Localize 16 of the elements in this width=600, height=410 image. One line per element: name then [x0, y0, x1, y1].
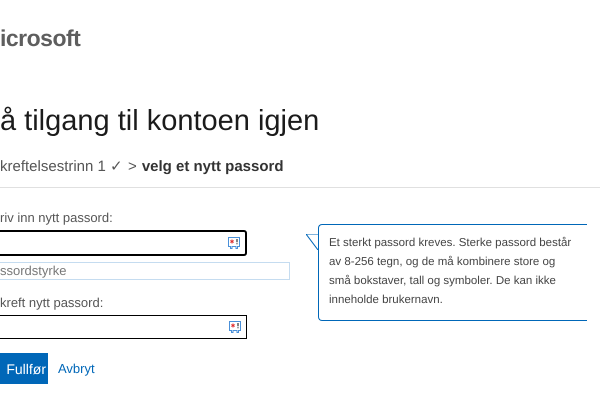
password-key-icon: [227, 236, 241, 250]
logo: icrosoft: [0, 24, 80, 52]
current-step: velg et nytt passord: [142, 158, 284, 176]
breadcrumb-separator: >: [128, 158, 137, 176]
password-tooltip: Et sterkt passord kreves. Sterke passord består av 8-256 tegn, og de må kombinere store og små bokstaver, tall og symboler. De kan ikke inneholde brukernavn.: [318, 224, 587, 321]
field-label: riv inn nytt passord:: [0, 210, 113, 226]
finish-button[interactable]: Fullfør: [0, 353, 48, 384]
page-title: å tilgang til kontoen igjen: [0, 104, 320, 139]
password-key-icon: [228, 320, 242, 334]
password-strength-meter: ssordstyrke: [0, 262, 290, 280]
completed-step: kreftelsestrinn 1 ✓: [0, 158, 124, 176]
cancel-link[interactable]: Avbryt: [58, 361, 95, 376]
password-field[interactable]: [0, 230, 247, 256]
field-label: kreft nytt passord:: [0, 295, 104, 311]
password-field[interactable]: [0, 315, 247, 339]
tooltip-pointer: [306, 234, 318, 250]
